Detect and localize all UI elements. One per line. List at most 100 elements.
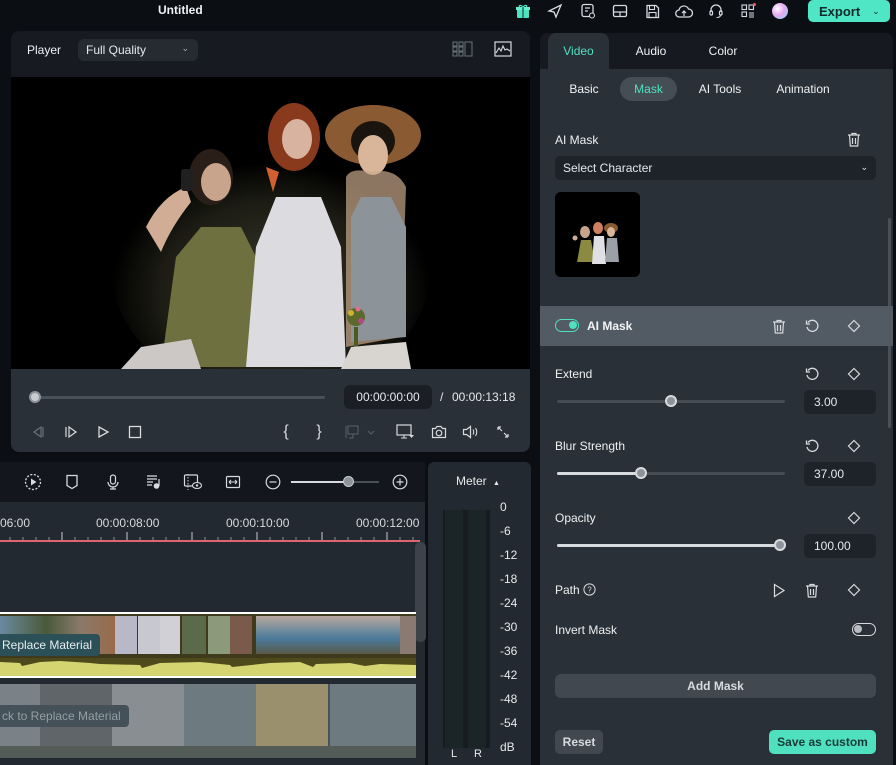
insert-clip-icon[interactable] xyxy=(343,423,377,441)
auto-highlight-icon[interactable] xyxy=(23,472,43,492)
export-button[interactable]: Export ⌄ xyxy=(808,0,890,22)
clip-thumbnail xyxy=(184,684,256,746)
select-character-dropdown[interactable]: Select Character ⌄ xyxy=(555,156,876,180)
character-select-value: Select Character xyxy=(563,161,653,175)
keyframe-icon[interactable] xyxy=(846,318,862,334)
meter-scale-label: -54 xyxy=(500,716,518,730)
timeline-scrollbar[interactable] xyxy=(415,542,426,642)
playhead-knob[interactable] xyxy=(29,391,41,403)
extend-input[interactable]: 3.00 xyxy=(804,390,876,414)
ai-mask-section-title: AI Mask xyxy=(555,133,599,147)
blur-keyframe-icon[interactable] xyxy=(846,438,862,454)
previous-frame-icon[interactable] xyxy=(29,423,47,441)
stop-icon[interactable] xyxy=(126,423,144,441)
placeholder-clip[interactable]: ck to Replace Material xyxy=(0,684,416,746)
current-timecode[interactable]: 00:00:00:00 xyxy=(344,385,432,409)
task-list-icon[interactable] xyxy=(579,2,597,20)
ai-mask-toggle[interactable] xyxy=(555,319,579,332)
extend-slider-knob[interactable] xyxy=(665,395,677,407)
fit-timeline-icon[interactable] xyxy=(223,472,243,492)
opacity-input[interactable]: 100.00 xyxy=(804,534,876,558)
invert-mask-toggle[interactable] xyxy=(852,623,876,636)
tab-color[interactable]: Color xyxy=(697,33,749,69)
gift-icon[interactable] xyxy=(514,2,532,20)
replace-material-label[interactable]: Replace Material xyxy=(0,634,101,656)
mark-in-icon[interactable]: { xyxy=(277,423,295,441)
opacity-keyframe-icon[interactable] xyxy=(846,510,862,526)
chevron-down-icon: ⌄ xyxy=(860,162,868,172)
headset-icon[interactable] xyxy=(707,2,725,20)
delete-icon[interactable] xyxy=(771,318,787,334)
timeline-ruler[interactable]: 06:00 00:00:08:00 00:00:10:00 00:00:12:0… xyxy=(0,502,425,542)
tab-audio[interactable]: Audio xyxy=(623,33,679,69)
waveform-scope-icon[interactable] xyxy=(494,41,512,57)
path-delete-icon[interactable] xyxy=(804,582,820,598)
preview-render-icon[interactable] xyxy=(183,472,203,492)
snapshot-camera-icon[interactable] xyxy=(430,423,448,441)
path-label: Path xyxy=(555,583,580,597)
channel-label-left: L xyxy=(451,748,458,760)
meter-scale-label: dB xyxy=(500,740,515,754)
timecode-separator: / xyxy=(440,390,444,404)
extend-keyframe-icon[interactable] xyxy=(846,366,862,382)
next-frame-icon[interactable] xyxy=(62,423,80,441)
marker-icon[interactable] xyxy=(62,472,82,492)
save-icon[interactable] xyxy=(643,2,661,20)
help-icon[interactable]: ? xyxy=(582,582,596,596)
reset-button[interactable]: Reset xyxy=(555,730,603,754)
ruler-label: 00:00:12:00 xyxy=(356,516,420,530)
properties-panel: Video Audio Color Basic Mask AI Tools An… xyxy=(540,33,893,765)
zoom-in-icon[interactable] xyxy=(390,472,410,492)
video-clip-selected[interactable]: Replace Material xyxy=(0,612,416,678)
subtab-mask[interactable]: Mask xyxy=(620,77,677,101)
tab-video[interactable]: Video xyxy=(548,33,609,69)
layout-icon[interactable] xyxy=(611,2,629,20)
play-icon[interactable] xyxy=(94,423,112,441)
path-keyframe-icon[interactable] xyxy=(846,582,862,598)
subtab-ai-tools[interactable]: AI Tools xyxy=(688,77,752,101)
avatar[interactable] xyxy=(771,2,789,20)
mark-out-icon[interactable]: } xyxy=(310,423,328,441)
ai-mask-item[interactable]: AI Mask xyxy=(540,306,893,346)
volume-icon[interactable] xyxy=(462,423,480,441)
meter-scale-label: 0 xyxy=(500,500,507,514)
extend-reset-icon[interactable] xyxy=(804,366,820,382)
save-as-custom-button[interactable]: Save as custom xyxy=(769,730,876,754)
delete-mask-icon[interactable] xyxy=(846,131,862,147)
playback-scrubber[interactable] xyxy=(33,396,325,399)
blur-strength-input[interactable]: 37.00 xyxy=(804,462,876,486)
meter-title: Meter xyxy=(456,474,487,488)
video-preview[interactable] xyxy=(11,77,530,369)
character-thumbnail[interactable] xyxy=(555,192,640,277)
add-mask-button[interactable]: Add Mask xyxy=(555,674,876,698)
cloud-upload-icon[interactable] xyxy=(675,2,693,20)
quality-dropdown[interactable]: Full Quality ⌄ xyxy=(78,39,198,61)
chevron-down-icon: ⌄ xyxy=(181,43,189,53)
extend-slider[interactable] xyxy=(557,395,785,407)
path-play-icon[interactable] xyxy=(771,582,787,598)
send-icon[interactable] xyxy=(546,2,564,20)
blur-reset-icon[interactable] xyxy=(804,438,820,454)
click-to-replace-label[interactable]: ck to Replace Material xyxy=(0,705,129,727)
meter-bars xyxy=(443,510,490,748)
reset-icon[interactable] xyxy=(804,318,820,334)
blur-slider-knob[interactable] xyxy=(635,467,648,479)
clip-thumbnail xyxy=(115,616,137,654)
apps-grid-icon[interactable] xyxy=(739,2,757,20)
subtab-animation[interactable]: Animation xyxy=(766,77,840,101)
opacity-slider[interactable] xyxy=(557,539,786,551)
extend-label: Extend xyxy=(555,367,593,381)
opacity-slider-knob[interactable] xyxy=(774,539,786,551)
microphone-icon[interactable] xyxy=(103,472,123,492)
timeline-zoom-knob[interactable] xyxy=(343,476,354,487)
display-settings-icon[interactable] xyxy=(396,423,414,441)
blur-strength-slider[interactable] xyxy=(557,467,785,479)
meter-toggle[interactable]: Meter ▲ xyxy=(456,474,500,488)
fullscreen-icon[interactable] xyxy=(494,423,512,441)
subtab-basic[interactable]: Basic xyxy=(558,77,610,101)
music-list-icon[interactable] xyxy=(143,472,163,492)
clip-thumbnail xyxy=(208,616,230,654)
ai-mask-item-label: AI Mask xyxy=(587,319,633,333)
grid-view-icon[interactable] xyxy=(452,41,474,57)
zoom-out-icon[interactable] xyxy=(263,472,283,492)
